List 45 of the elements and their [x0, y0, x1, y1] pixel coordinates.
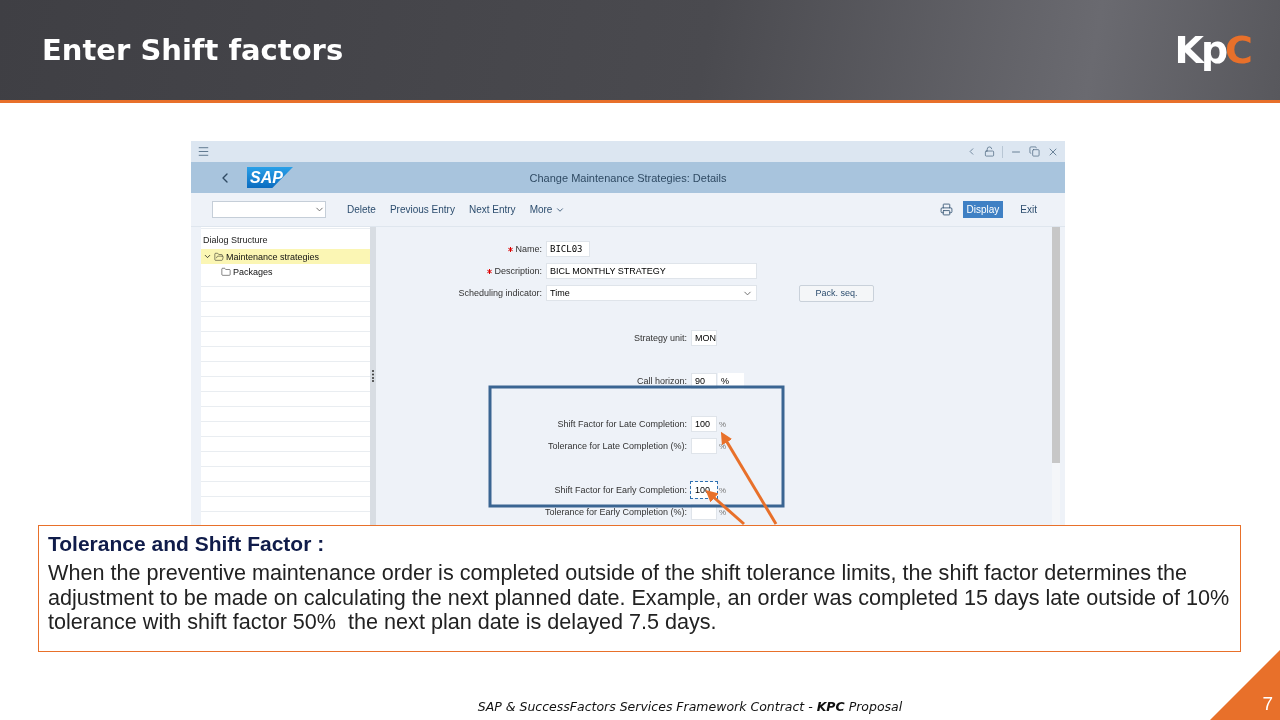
tree-item[interactable]: Maintenance strategies [201, 249, 370, 264]
input-field[interactable]: BICL MONTHLY STRATEGY [546, 263, 757, 279]
unit-label: % [719, 419, 727, 429]
input-field[interactable]: BICL03 [546, 241, 590, 257]
chevron-icon[interactable] [203, 252, 212, 261]
callout-title: Tolerance and Shift Factor : [48, 532, 326, 556]
tree-item[interactable]: Packages [201, 264, 370, 279]
restore-icon[interactable] [1029, 146, 1040, 157]
field-label: Shift Factor for Early Completion: [554, 485, 687, 495]
scrollbar[interactable] [1052, 227, 1060, 525]
pack-sequence-button[interactable]: Pack. seq. [799, 284, 874, 302]
more-button[interactable]: More [522, 204, 573, 215]
field-label: Tolerance for Early Completion (%): [544, 507, 687, 517]
field-label: Shift Factor for Late Completion: [557, 419, 687, 429]
field-label: Description: [494, 266, 542, 276]
field-label: Strategy unit: [633, 333, 687, 343]
exit-button[interactable]: Exit [1013, 204, 1044, 215]
unit-label: % [719, 485, 727, 495]
footer-text: SAP & SuccessFactors Services Framework Contract - KPC Proposal [477, 699, 903, 714]
display-button[interactable]: Display [962, 201, 1004, 218]
field-label: Scheduling indicator: [458, 288, 542, 298]
dropdown-field[interactable]: Time [546, 285, 757, 301]
window-title: Change Maintenance Strategies: Details [529, 171, 727, 184]
unit-label: % [719, 441, 727, 451]
toolbar-button[interactable]: Delete [340, 204, 383, 215]
toolbar-button[interactable]: Next Entry [461, 204, 523, 215]
callout-text: When the preventive maintenance order is completed outside of the shift tolerance limits, the shift factor determines the adjustment to be made on calculating the next planned date. Example, an order was completed 15 days late outside of 10% tolerance with shift factor 50% the next plan date is delayed 7.5 days. [48, 561, 1231, 635]
logo: SAP [247, 167, 293, 188]
field-label: Call horizon: [636, 376, 687, 386]
toolbar-button[interactable]: Previous Entry [382, 204, 462, 215]
folder-icon [221, 266, 231, 277]
unit-label: % [719, 507, 727, 517]
logo: KpC [1174, 28, 1250, 72]
input-field[interactable]: 100 [691, 416, 717, 432]
printer-icon[interactable] [939, 203, 953, 216]
lock-icon[interactable] [984, 146, 995, 157]
field-label: Name: [515, 244, 542, 254]
field-label: Tolerance for Late Completion (%): [547, 441, 687, 451]
page-number: 7 [1262, 693, 1274, 716]
input-field[interactable] [691, 438, 717, 454]
menu-icon[interactable] [197, 145, 210, 158]
folder-icon [214, 251, 224, 262]
slide-title: Enter Shift factors [42, 33, 344, 67]
dropdown-field[interactable] [212, 201, 326, 218]
input-field[interactable]: MON [691, 330, 717, 346]
